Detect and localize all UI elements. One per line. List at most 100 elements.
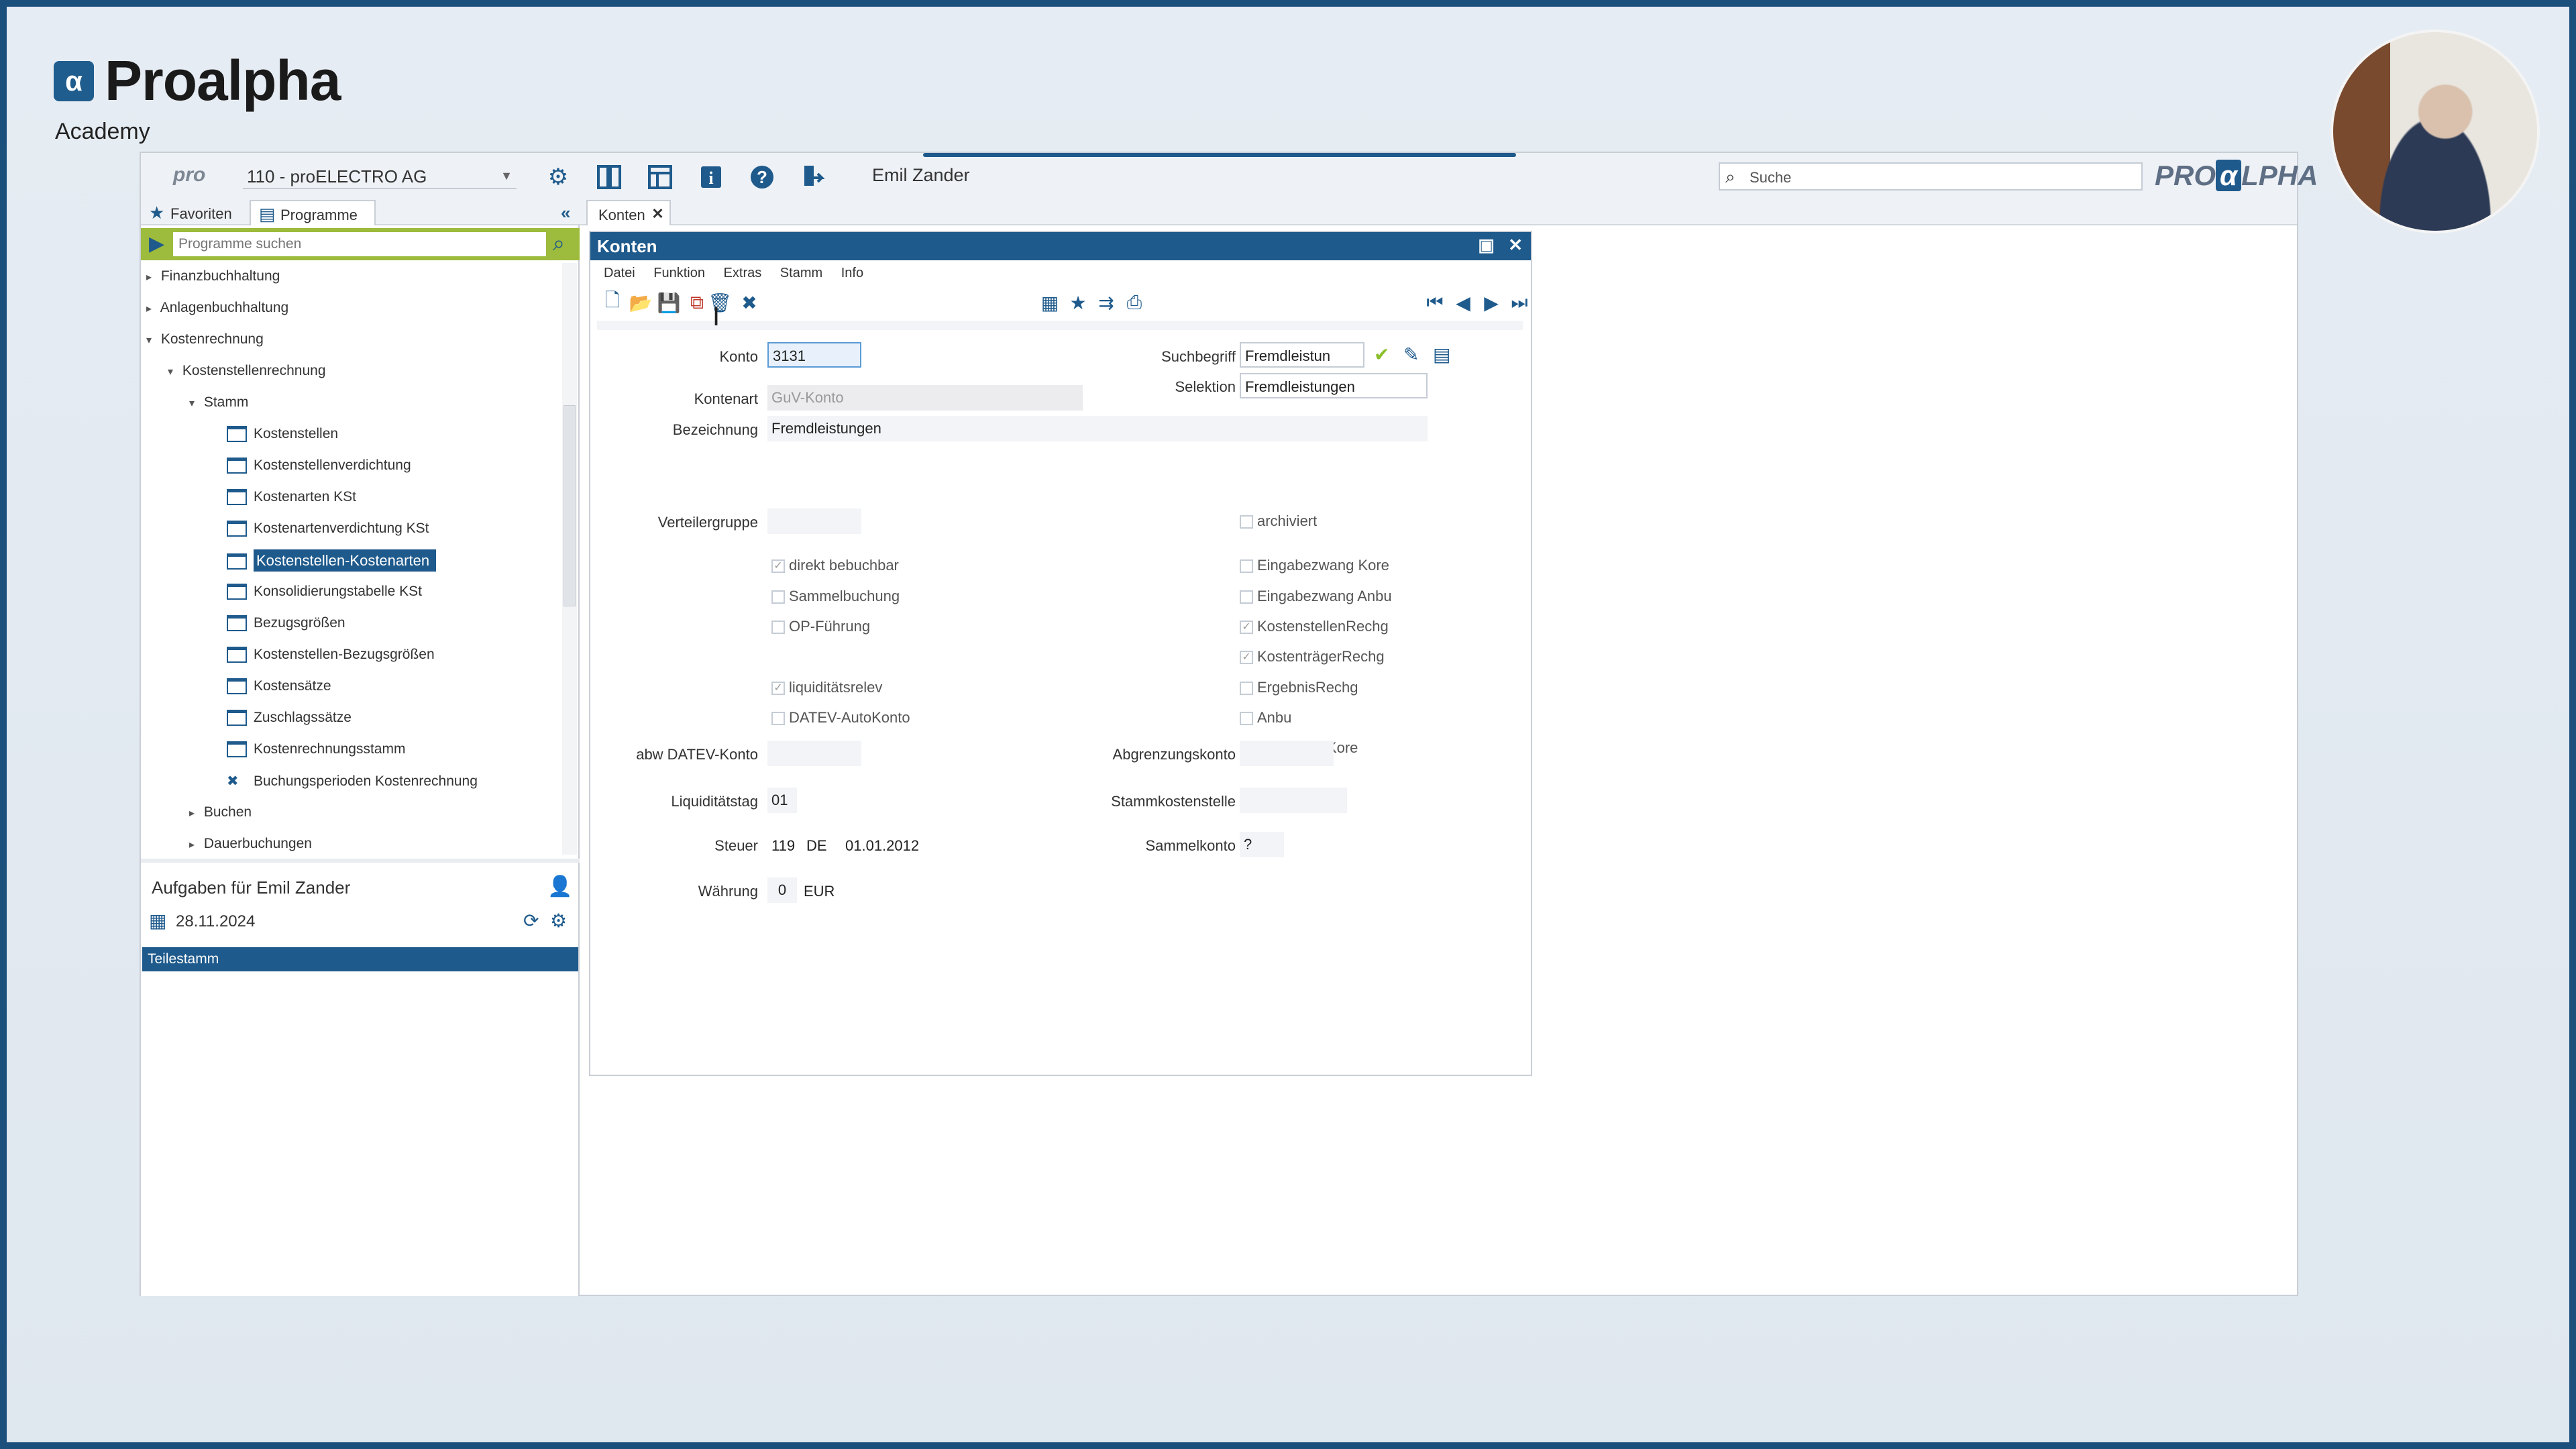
menu-extras[interactable]: Extras bbox=[724, 266, 762, 280]
sammelkonto-input[interactable]: ? bbox=[1240, 832, 1284, 857]
new-record-icon[interactable]: 🗋 bbox=[601, 290, 624, 314]
checkbox-datev-autokonto[interactable]: DATEV-AutoKonto bbox=[771, 709, 910, 727]
help-icon[interactable]: ? bbox=[747, 162, 777, 192]
menu-info[interactable]: Info bbox=[841, 266, 863, 280]
tree-scrollbar[interactable] bbox=[562, 263, 577, 855]
close-icon[interactable]: ✕ bbox=[1508, 235, 1523, 256]
edit-icon[interactable]: ✎ bbox=[1403, 343, 1419, 366]
tree-node-dauerbuchungen[interactable]: ▸ Dauerbuchungen bbox=[189, 836, 312, 852]
konto-input[interactable]: 3131 bbox=[767, 342, 861, 368]
menu-stamm[interactable]: Stamm bbox=[780, 266, 822, 280]
abw-datev-input[interactable] bbox=[767, 741, 861, 766]
info-icon[interactable]: i bbox=[696, 162, 726, 192]
tree-node-kostenstellen-bezugsgroessen[interactable]: Kostenstellen-Bezugsgrößen bbox=[227, 647, 435, 663]
close-icon[interactable]: ✕ bbox=[651, 205, 663, 223]
collapse-panel-icon[interactable]: « bbox=[561, 203, 570, 223]
tree-node-kostenstellenverdichtung[interactable]: Kostenstellenverdichtung bbox=[227, 458, 411, 474]
gear-icon[interactable]: ⚙ bbox=[543, 162, 573, 192]
cancel-icon[interactable]: ✖ bbox=[738, 291, 761, 314]
tree-node-label: Bezugsgrößen bbox=[254, 615, 345, 631]
tree-node-kostenstellen[interactable]: Kostenstellen bbox=[227, 426, 338, 443]
tree-node-kostenarten-kst[interactable]: Kostenarten KSt bbox=[227, 489, 356, 506]
bezeichnung-input[interactable]: Fremdleistungen bbox=[767, 416, 1428, 441]
tree-node-kostenstellenrechnung[interactable]: ▾ Kostenstellenrechnung bbox=[168, 363, 326, 379]
program-search-input[interactable] bbox=[173, 232, 546, 256]
tree-node-kostensaetze[interactable]: Kostensätze bbox=[227, 678, 331, 695]
checkbox-box bbox=[1240, 559, 1253, 574]
maximize-icon[interactable]: ▣ bbox=[1478, 235, 1495, 256]
tree-node-kostenrechnungsstamm[interactable]: Kostenrechnungsstamm bbox=[227, 741, 405, 758]
tab-konten[interactable]: Konten ✕ bbox=[586, 200, 671, 225]
current-user: Emil Zander bbox=[872, 165, 970, 185]
checkbox-direkt-bebuchbar[interactable]: ✓ direkt bebuchbar bbox=[771, 557, 899, 574]
window-icon bbox=[227, 553, 247, 570]
forward-icon[interactable]: ⇉ bbox=[1095, 291, 1118, 314]
exit-icon[interactable] bbox=[798, 162, 828, 192]
tab-programme[interactable]: ▤ Programme bbox=[250, 200, 376, 225]
loading-indicator bbox=[923, 153, 1516, 157]
company-select[interactable]: 110 - proELECTRO AG ▼ bbox=[243, 162, 517, 189]
calendar-icon[interactable]: ▦ bbox=[149, 910, 166, 932]
suchbegriff-input[interactable]: Fremdleistun bbox=[1240, 342, 1364, 368]
tree-node-kostenartenverdichtung-kst[interactable]: Kostenartenverdichtung KSt bbox=[227, 521, 429, 537]
layout-icon[interactable] bbox=[645, 162, 675, 192]
open-folder-icon[interactable]: 📂 bbox=[629, 291, 653, 314]
tree-node-anlagenbuchhaltung[interactable]: ▸ Anlagenbuchhaltung bbox=[146, 300, 288, 316]
favorite-star-icon[interactable]: ★ bbox=[1067, 291, 1089, 314]
copy-icon[interactable]: ⧉ bbox=[686, 291, 708, 314]
tree-node-bezugsgroessen[interactable]: Bezugsgrößen bbox=[227, 615, 345, 632]
checkbox-op-fuehrung[interactable]: OP-Führung bbox=[771, 618, 870, 635]
refresh-icon[interactable]: ⟳ bbox=[523, 910, 539, 932]
calendar-icon[interactable]: ▦ bbox=[1038, 291, 1061, 314]
checkbox-archiviert[interactable]: archiviert bbox=[1240, 513, 1317, 530]
tree-node-buchen[interactable]: ▸ Buchen bbox=[189, 804, 252, 820]
steuer-code[interactable]: 119 bbox=[771, 837, 795, 855]
tab-favoriten[interactable]: ★ Favoriten bbox=[141, 200, 248, 225]
previous-record-icon[interactable]: ◀ bbox=[1452, 291, 1474, 314]
abgrenzungskonto-input[interactable] bbox=[1240, 741, 1334, 766]
tree-node-kostenrechnung[interactable]: ▾ Kostenrechnung bbox=[146, 331, 264, 347]
next-record-icon[interactable]: ▶ bbox=[1480, 291, 1503, 314]
kontenart-select[interactable]: GuV-Konto bbox=[767, 385, 1083, 411]
tree-node-kostenstellen-kostenarten[interactable]: Kostenstellen-Kostenarten bbox=[227, 549, 437, 572]
play-icon[interactable]: ▶ bbox=[149, 232, 164, 256]
menu-datei[interactable]: Datei bbox=[604, 266, 635, 280]
user-icon[interactable]: 👤 bbox=[547, 875, 572, 898]
tree-scrollbar-thumb[interactable] bbox=[564, 405, 576, 606]
checkbox-kostentraegerrechg[interactable]: ✓ KostenträgerRechg bbox=[1240, 648, 1385, 665]
save-icon[interactable]: 💾 bbox=[657, 291, 681, 314]
window-icon bbox=[227, 521, 247, 537]
checkbox-eingabezwang-kore[interactable]: Eingabezwang Kore bbox=[1240, 557, 1389, 574]
selektion-input[interactable]: Fremdleistungen bbox=[1240, 373, 1428, 398]
stammkostenstelle-input[interactable] bbox=[1240, 788, 1347, 813]
waehrung-label: Währung bbox=[698, 883, 758, 900]
tasks-title: Aufgaben für Emil Zander bbox=[152, 877, 351, 898]
document-icon[interactable]: ▤ bbox=[1433, 343, 1450, 366]
columns-icon[interactable] bbox=[594, 162, 624, 192]
waehrung-code-input[interactable]: 0 bbox=[767, 877, 797, 903]
print-icon[interactable]: ⎙ bbox=[1123, 291, 1146, 314]
tree-node-finanzbuchhaltung[interactable]: ▸ Finanzbuchhaltung bbox=[146, 268, 280, 284]
checkbox-eingabezwang-anbu[interactable]: Eingabezwang Anbu bbox=[1240, 588, 1392, 605]
check-circle-icon[interactable]: ✔ bbox=[1374, 343, 1389, 366]
checkbox-ergebnisrechg[interactable]: ErgebnisRechg bbox=[1240, 679, 1358, 696]
first-record-icon[interactable]: ⏮ bbox=[1424, 291, 1446, 314]
liquiditaetstag-input[interactable]: 01 bbox=[767, 788, 797, 813]
global-search-input[interactable]: ⌕ Suche bbox=[1719, 162, 2143, 191]
menu-funktion[interactable]: Funktion bbox=[653, 266, 705, 280]
tree-node-buchungsperioden[interactable]: ✖ Buchungsperioden Kostenrechnung bbox=[227, 773, 478, 790]
checkbox-kostenstellenrechg[interactable]: ✓ KostenstellenRechg bbox=[1240, 618, 1389, 635]
checkbox-anbu[interactable]: Anbu bbox=[1240, 709, 1291, 727]
tree-node-stamm[interactable]: ▾ Stamm bbox=[189, 394, 248, 411]
gear-icon[interactable]: ⚙ bbox=[550, 910, 567, 932]
tree-node-konsolidierungstabelle-kst[interactable]: Konsolidierungstabelle KSt bbox=[227, 584, 422, 600]
pane-splitter[interactable] bbox=[141, 859, 580, 863]
tree-node-zuschlagssaetze[interactable]: Zuschlagssätze bbox=[227, 710, 352, 727]
checkbox-liquiditaetsrelev[interactable]: ✓ liquiditätsrelev bbox=[771, 679, 882, 696]
window-icon bbox=[227, 741, 247, 758]
checkbox-sammelbuchung[interactable]: Sammelbuchung bbox=[771, 588, 900, 605]
verteilergruppe-input[interactable] bbox=[767, 508, 861, 534]
search-icon[interactable]: ⌕ bbox=[553, 231, 565, 256]
task-list-item[interactable]: Teilestamm bbox=[142, 947, 578, 971]
last-record-icon[interactable]: ⏭ bbox=[1508, 291, 1531, 314]
